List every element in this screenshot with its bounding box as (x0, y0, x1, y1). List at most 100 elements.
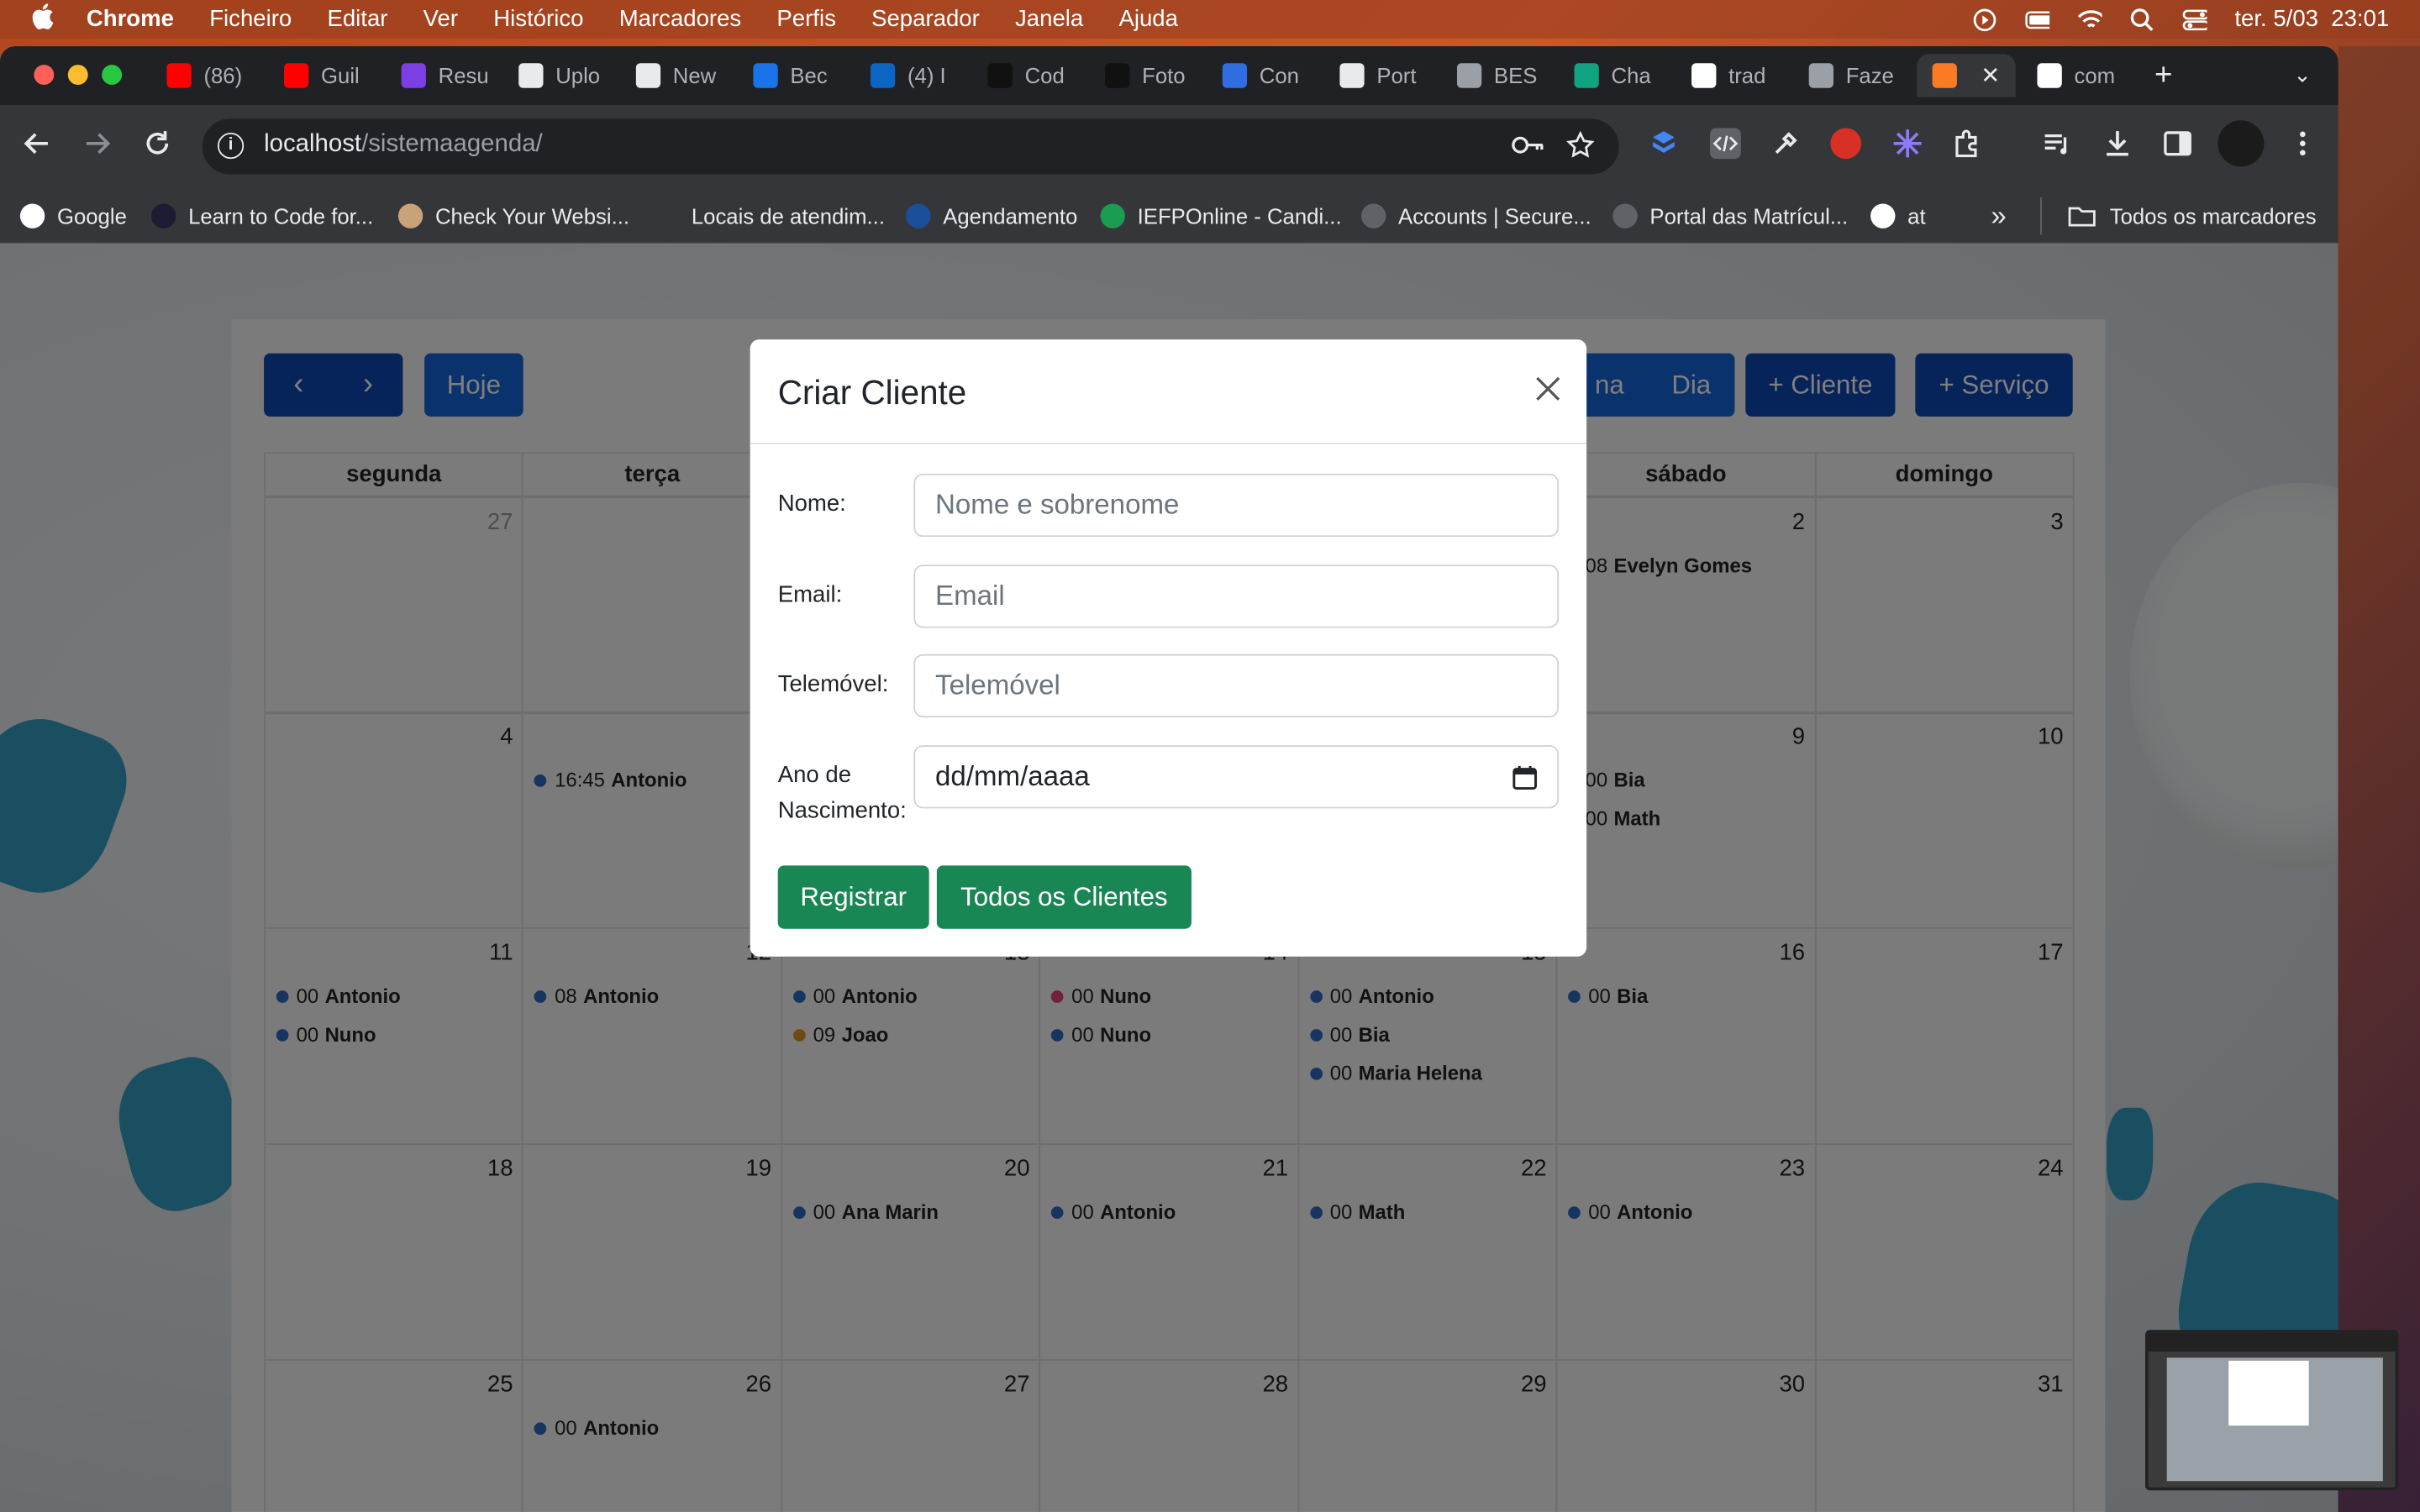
menu-historico[interactable]: Histórico (493, 6, 583, 32)
reload-button[interactable] (142, 129, 173, 160)
minimize-window-button[interactable] (67, 65, 88, 86)
extension-shield-icon[interactable] (1649, 128, 1680, 159)
menu-separador[interactable]: Separador (871, 6, 980, 32)
back-button[interactable] (22, 129, 53, 160)
clock-text[interactable]: ter. 5/03 23:01 (2234, 6, 2389, 32)
browser-tab[interactable]: ✕ (1917, 54, 2016, 97)
browser-tab[interactable]: trad (1691, 54, 1784, 97)
battery-icon[interactable] (2025, 8, 2049, 30)
zoom-window-button[interactable] (102, 65, 123, 86)
browser-tab[interactable]: Cod (987, 54, 1080, 97)
tab-label: Guil (321, 63, 360, 88)
iefp-icon (1100, 203, 1125, 228)
menu-editar[interactable]: Editar (327, 6, 387, 32)
bookmark-item[interactable]: at (1870, 203, 1926, 228)
menu-ficheiro[interactable]: Ficheiro (209, 6, 292, 32)
folder-icon (2068, 207, 2096, 227)
forward-button[interactable] (82, 129, 113, 160)
bookmark-item[interactable]: Check Your Websi... (397, 203, 629, 228)
close-window-button[interactable] (34, 65, 55, 86)
control-center-icon[interactable] (2182, 8, 2207, 30)
browser-tab[interactable]: Cha (1574, 54, 1666, 97)
key-icon[interactable] (1511, 131, 1544, 166)
browser-tab[interactable]: Port (1339, 54, 1432, 97)
extension-picker-icon[interactable] (1770, 128, 1802, 159)
email-input[interactable]: Email (913, 564, 1560, 628)
tab-label: Resu (438, 63, 489, 88)
birth-date-input[interactable]: dd/mm/aaaa (913, 745, 1560, 809)
youtube-icon (283, 63, 309, 88)
dot-icon (654, 203, 680, 228)
menu-marcadores[interactable]: Marcadores (619, 6, 741, 32)
tab-label: BES (1493, 63, 1538, 88)
menu-perfis[interactable]: Perfis (776, 6, 835, 32)
google-icon (19, 203, 45, 228)
layers-icon (1808, 63, 1833, 88)
apple-icon[interactable] (31, 3, 59, 36)
close-tab-icon[interactable]: ✕ (1981, 61, 2000, 89)
site-info-icon[interactable]: i (217, 132, 245, 160)
menu-app-name[interactable]: Chrome (87, 6, 174, 32)
bookmark-item[interactable]: Google (19, 203, 127, 228)
side-panel-icon[interactable] (2162, 128, 2193, 159)
menu-ver[interactable]: Ver (424, 6, 458, 32)
bookmark-star-icon[interactable] (1565, 130, 1595, 166)
browser-tab[interactable]: Uplo (518, 54, 611, 97)
close-icon[interactable] (1531, 373, 1565, 407)
browser-tab[interactable]: New (635, 54, 729, 97)
browser-window: (86) Guil Resu Uplo New Bec (4) I Cod Foto Con Por… (0, 46, 2338, 1512)
extension-code-icon[interactable] (1710, 128, 1741, 160)
browser-tab[interactable]: Con (1222, 54, 1315, 97)
browser-tab[interactable]: Guil (283, 54, 376, 97)
calendar-icon[interactable] (1512, 764, 1537, 790)
dark-square-icon (1105, 63, 1130, 88)
chrome-menu-icon[interactable] (2287, 128, 2318, 159)
at-icon (1870, 203, 1896, 228)
bookmark-item[interactable]: Locais de atendim... (654, 203, 885, 228)
register-button[interactable]: Registrar (777, 865, 929, 929)
extension-snowflake-icon[interactable] (1892, 128, 1923, 159)
bookmark-label: Locais de atendim... (691, 203, 885, 228)
nome-input[interactable]: Nome e sobrenome (913, 473, 1560, 538)
browser-tab[interactable]: Foto (1105, 54, 1197, 97)
browser-tab[interactable]: Bec (753, 54, 845, 97)
browser-tab[interactable]: (4) I (870, 54, 963, 97)
all-bookmarks-folder[interactable]: Todos os marcadores (2068, 203, 2317, 228)
play-circle-icon[interactable] (1972, 8, 1996, 31)
browser-tab[interactable]: com (2037, 54, 2129, 97)
profile-avatar[interactable] (2217, 120, 2265, 167)
menu-janela[interactable]: Janela (1015, 6, 1083, 32)
address-bar[interactable]: i localhost/sistemaagenda/ (202, 118, 1619, 175)
screenshot-thumbnail[interactable] (2145, 1330, 2399, 1491)
browser-tab[interactable]: (86) (166, 54, 259, 97)
bookmark-item[interactable]: Portal das Matrícul... (1612, 203, 1848, 228)
more-bookmarks-chevron-icon[interactable]: » (1991, 201, 2006, 234)
bookmark-item[interactable]: Agendamento (906, 203, 1077, 228)
browser-toolbar: i localhost/sistemaagenda/ (0, 104, 2338, 189)
tab-label: Bec (790, 63, 828, 88)
browser-tab[interactable]: BES (1456, 54, 1549, 97)
search-icon[interactable] (2130, 8, 2154, 31)
browser-tab[interactable]: Resu (401, 54, 494, 97)
browser-tab[interactable]: Faze (1808, 54, 1902, 97)
fcc-icon (150, 203, 176, 228)
bookmark-item[interactable]: IEFPOnline - Candi... (1100, 203, 1342, 228)
wifi-icon[interactable] (2077, 8, 2102, 30)
media-queue-icon[interactable] (2042, 128, 2073, 159)
ano-nascimento-label: Ano de Nascimento: (777, 762, 907, 824)
bookmark-item[interactable]: Accounts | Secure... (1360, 203, 1591, 228)
screen: Chrome Ficheiro Editar Ver Histórico Mar… (0, 0, 2420, 1512)
all-clients-button[interactable]: Todos os Clientes (936, 865, 1192, 929)
tab-label: Uplo (555, 63, 601, 88)
bookmark-item[interactable]: Learn to Code for... (150, 203, 373, 228)
google-icon (1691, 63, 1717, 88)
menu-ajuda[interactable]: Ajuda (1118, 6, 1177, 32)
tab-label: (4) I (907, 63, 946, 88)
address-url[interactable]: localhost/sistemaagenda/ (264, 131, 543, 159)
download-icon[interactable] (2102, 128, 2133, 159)
extensions-puzzle-icon[interactable] (1952, 128, 1983, 159)
tab-search-chevron-icon[interactable]: ⌄ (2293, 61, 2312, 87)
extension-stop-hand-icon[interactable] (1830, 128, 1862, 160)
telemovel-input[interactable]: Telemóvel (913, 654, 1560, 718)
new-tab-button[interactable]: + (2154, 59, 2172, 94)
